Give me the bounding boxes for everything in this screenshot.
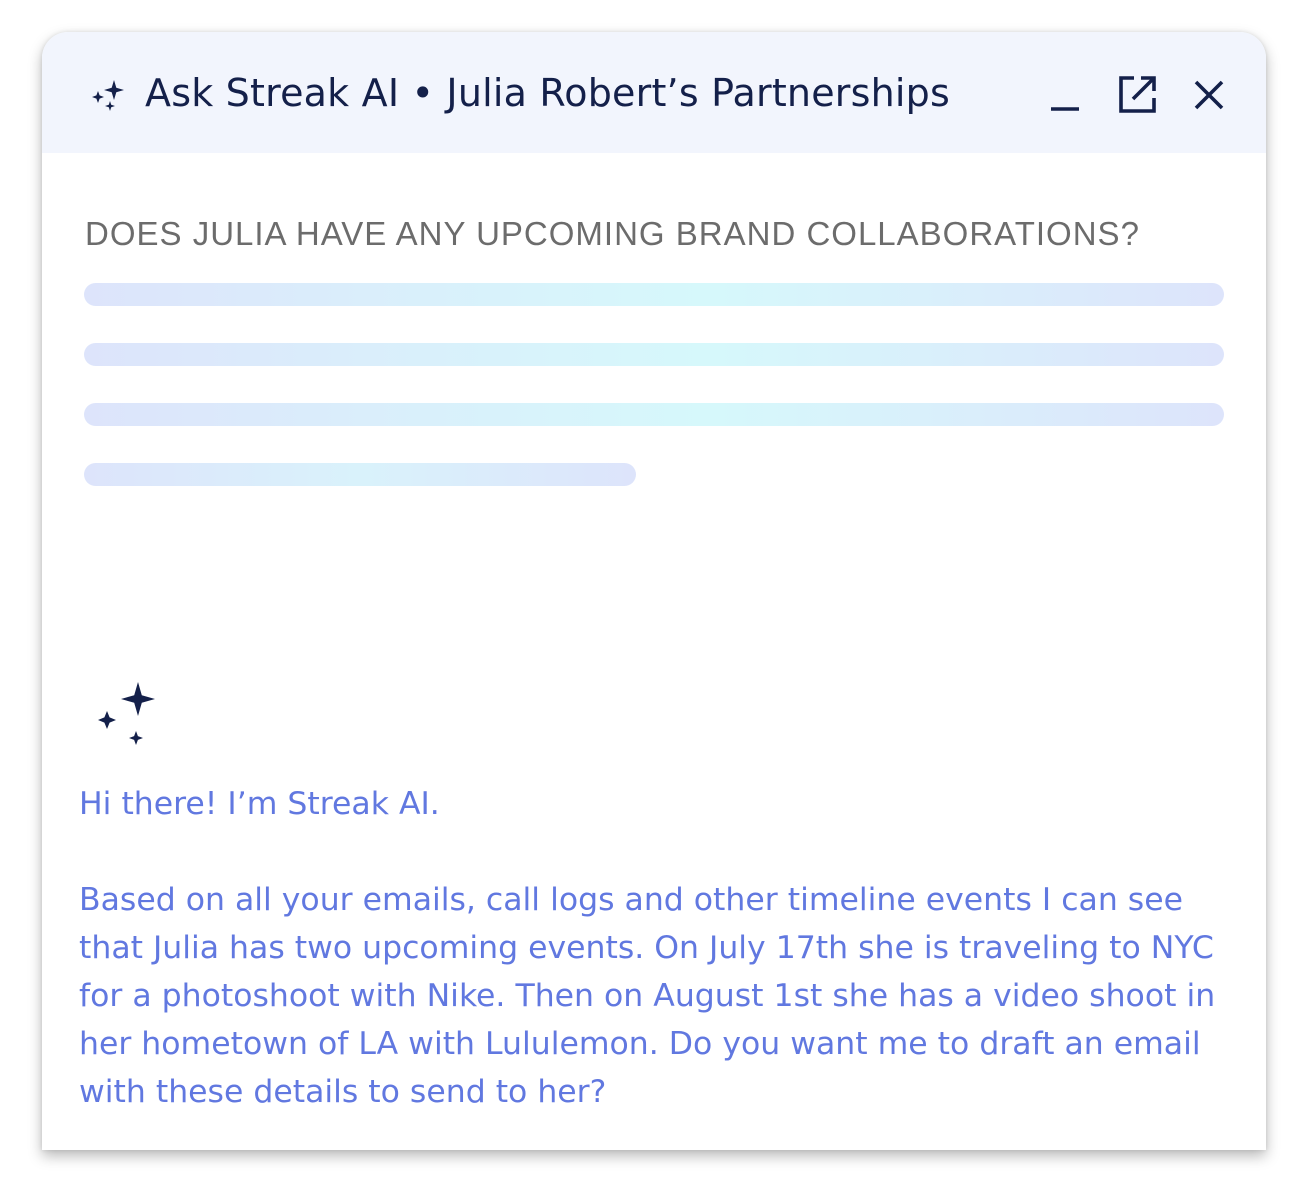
loading-skeleton-line xyxy=(84,283,1224,306)
sparkle-icon xyxy=(88,74,128,114)
loading-skeleton-line xyxy=(84,343,1224,366)
panel-header: Ask Streak AI • Julia Robert’s Partnersh… xyxy=(42,32,1266,153)
open-in-new-icon xyxy=(1119,76,1156,113)
ai-response: Hi there! I’m Streak AI. Based on all yo… xyxy=(79,780,1239,1116)
sparkle-icon xyxy=(92,682,162,754)
panel-title: Ask Streak AI • Julia Robert’s Partnersh… xyxy=(145,71,950,115)
minimize-button[interactable] xyxy=(1042,72,1088,118)
open-in-new-window-button[interactable] xyxy=(1114,72,1160,118)
close-button[interactable] xyxy=(1186,72,1232,118)
loading-skeleton-line xyxy=(84,403,1224,426)
user-question: DOES JULIA HAVE ANY UPCOMING BRAND COLLA… xyxy=(85,215,1140,252)
loading-skeleton-line xyxy=(84,463,636,486)
ai-response-body: Based on all your emails, call logs and … xyxy=(79,882,1216,1110)
close-icon xyxy=(1194,80,1224,110)
ask-streak-ai-panel: Ask Streak AI • Julia Robert’s Partnersh… xyxy=(42,32,1266,1150)
ai-greeting: Hi there! I’m Streak AI. xyxy=(79,786,440,822)
minimize-icon xyxy=(1051,107,1079,111)
